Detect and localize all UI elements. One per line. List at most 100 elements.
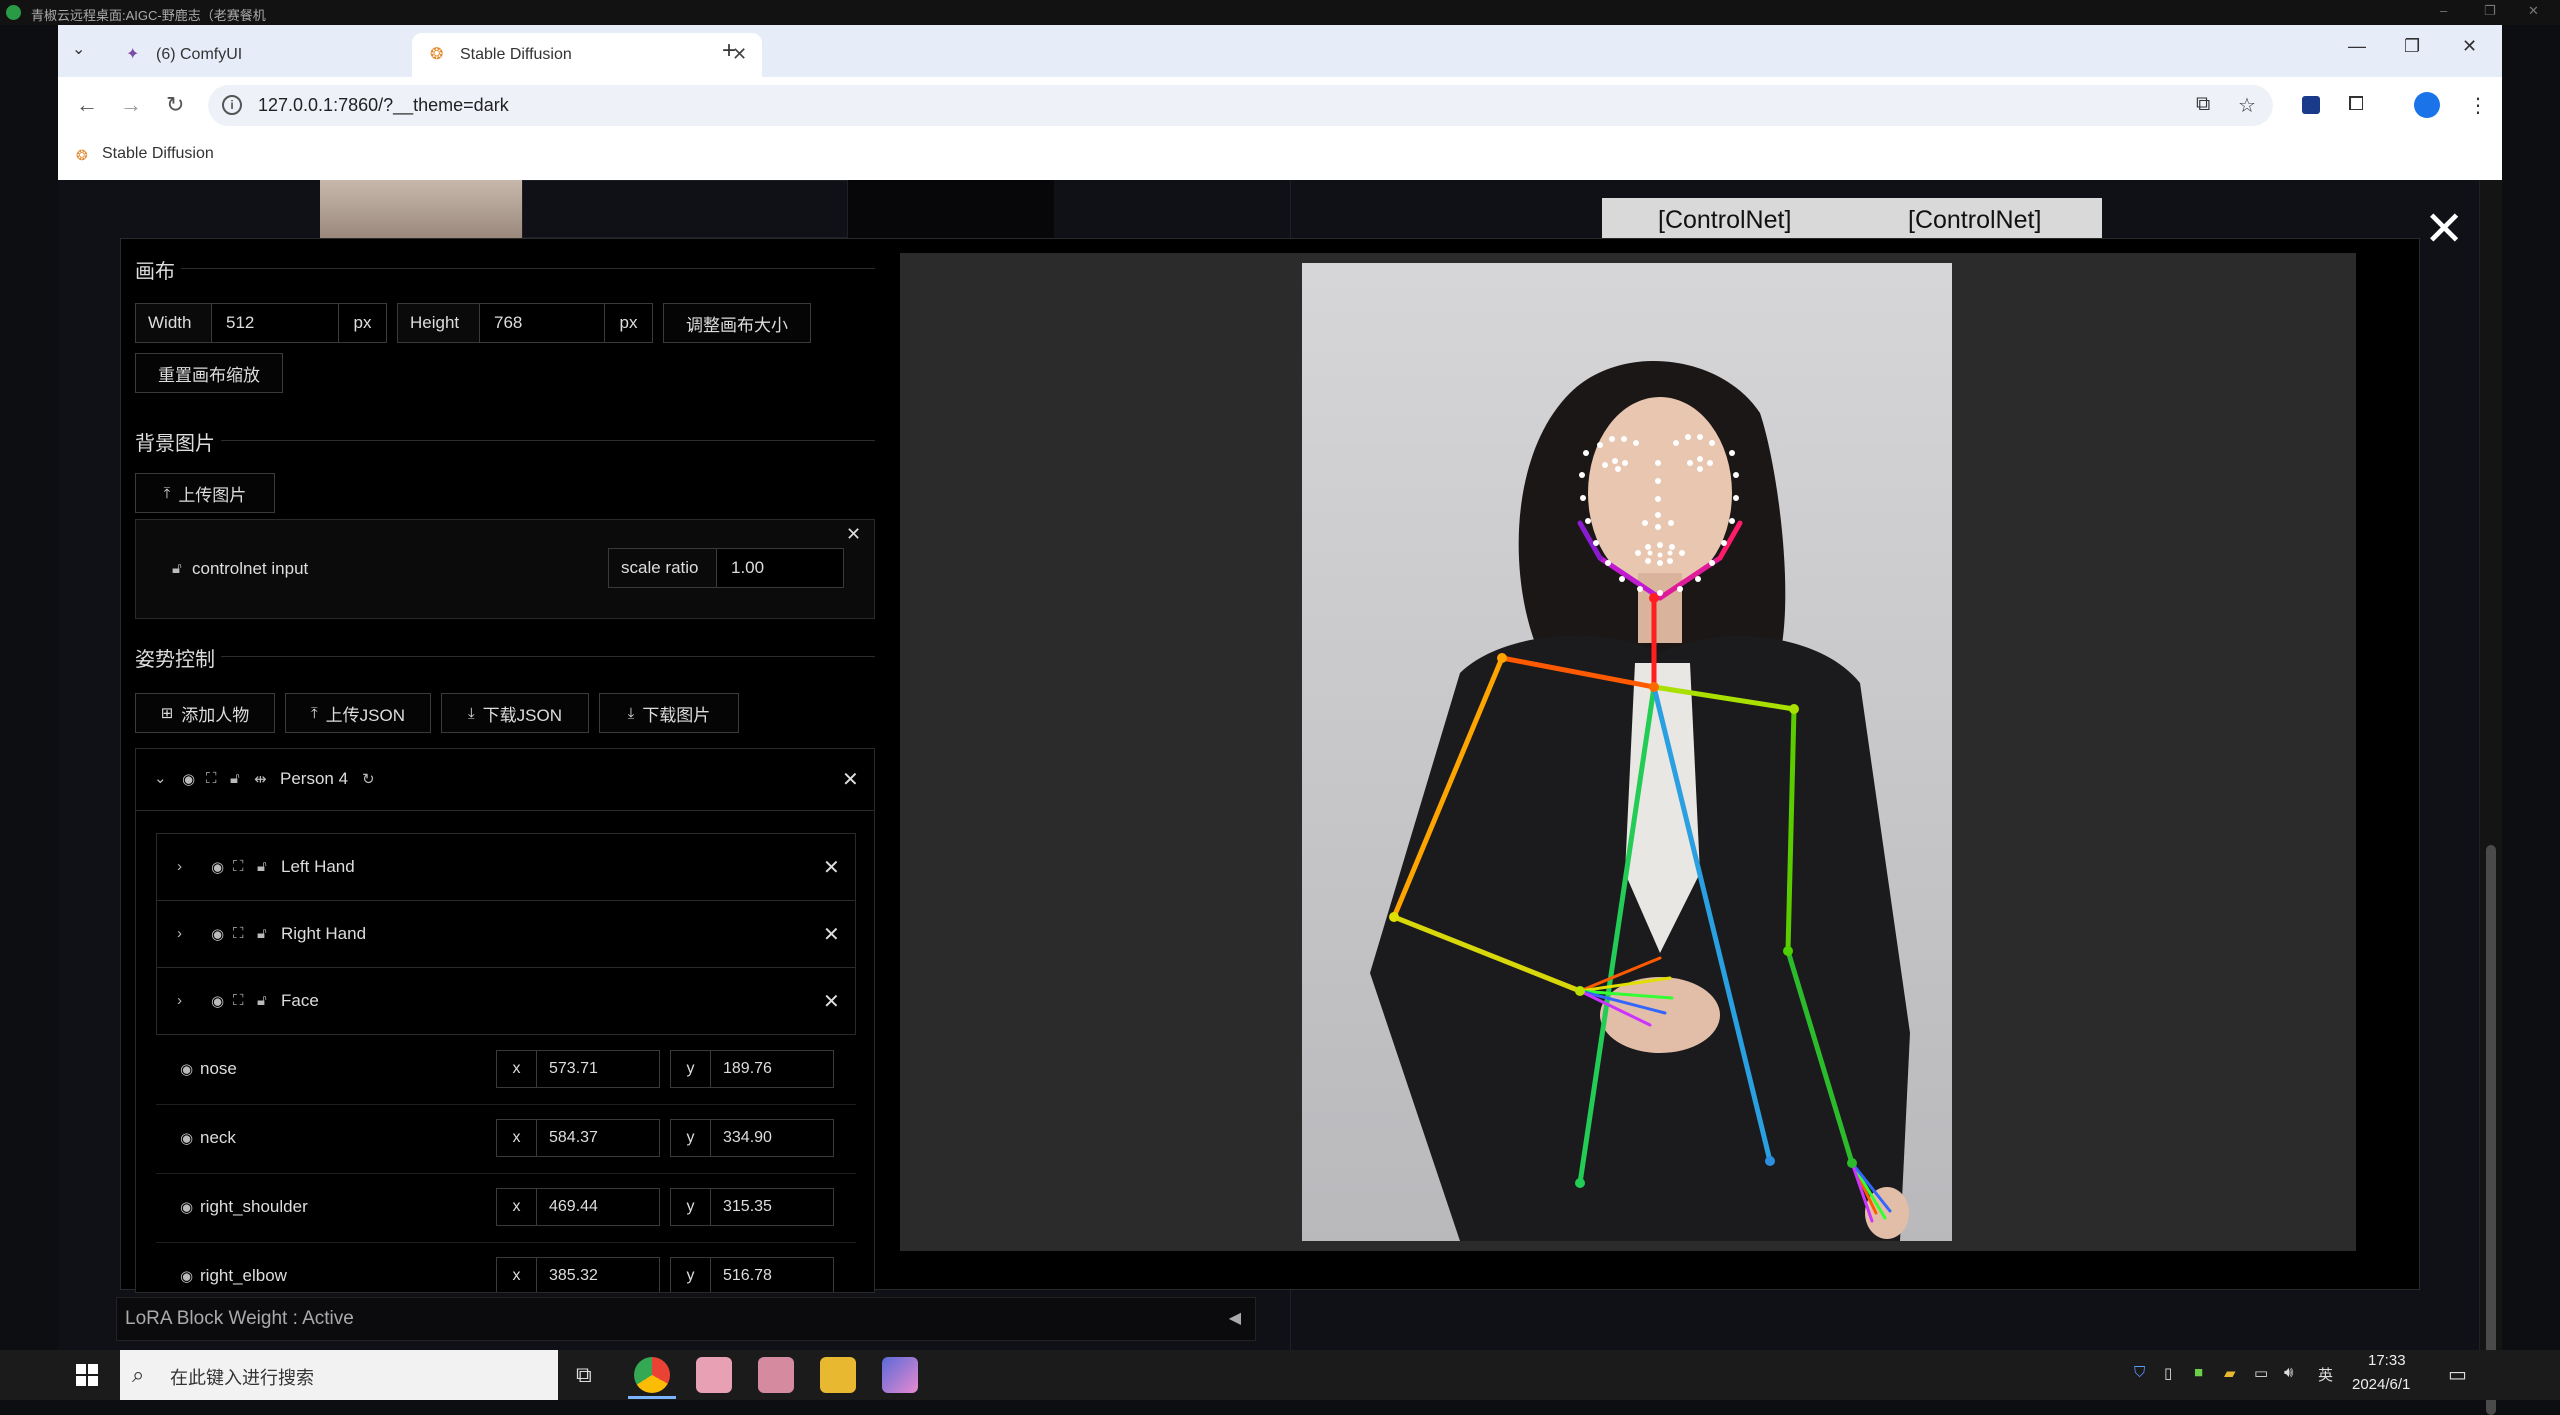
keypoint-y-input[interactable]: 334.90 bbox=[723, 1129, 772, 1147]
reset-zoom-button[interactable]: 重置画布缩放 bbox=[135, 353, 283, 393]
close-icon[interactable]: ✕ bbox=[2528, 3, 2539, 19]
volume-icon[interactable]: 🔊︎ bbox=[2284, 1364, 2293, 1381]
clock-time[interactable]: 17:33 bbox=[2368, 1352, 2406, 1369]
group-right-hand[interactable]: › ◉ ⛶ 🔓︎ Right Hand ✕ bbox=[156, 900, 856, 968]
browser-menu-icon[interactable]: ⋮ bbox=[2468, 93, 2488, 118]
usb-icon[interactable]: ▯ bbox=[2164, 1364, 2172, 1382]
remove-person-icon[interactable]: ✕ bbox=[842, 767, 859, 792]
width-input[interactable]: 512 bbox=[212, 304, 338, 342]
gallery-thumbnail-empty[interactable] bbox=[522, 180, 848, 238]
lock-icon[interactable]: 🔓︎ bbox=[257, 992, 267, 1009]
taskbar-search-input[interactable]: ⌕ 在此键入进行搜索 bbox=[120, 1350, 558, 1400]
lock-icon[interactable]: 🔓︎ bbox=[172, 560, 182, 577]
keypoint-y-field[interactable]: y 334.90 bbox=[670, 1119, 834, 1157]
controlnet-button[interactable]: [ControlNet] bbox=[1908, 206, 2041, 235]
keypoint-x-field[interactable]: x 469.44 bbox=[496, 1188, 660, 1226]
keypoint-y-field[interactable]: y 189.76 bbox=[670, 1050, 834, 1088]
controlnet-button[interactable]: [ControlNet] bbox=[1658, 206, 1791, 235]
eye-icon[interactable]: ◉ bbox=[180, 1198, 193, 1216]
keypoint-x-field[interactable]: x 584.37 bbox=[496, 1119, 660, 1157]
file-explorer-icon[interactable] bbox=[820, 1357, 856, 1393]
person-header[interactable]: ⌄ ◉ ⛶ 🔓︎ ⇹ Person 4 ↻ ✕ bbox=[136, 749, 874, 811]
nvidia-icon[interactable]: ■ bbox=[2194, 1364, 2203, 1381]
keypoint-y-field[interactable]: y 315.35 bbox=[670, 1188, 834, 1226]
profile-avatar-icon[interactable] bbox=[2414, 92, 2440, 118]
add-person-button[interactable]: ⊞ 添加人物 bbox=[135, 693, 275, 733]
focus-icon[interactable]: ⛶ bbox=[206, 770, 217, 787]
keypoint-x-input[interactable]: 469.44 bbox=[549, 1198, 598, 1216]
eye-icon[interactable]: ◉ bbox=[180, 1129, 193, 1147]
height-input[interactable]: 768 bbox=[480, 304, 606, 342]
eye-icon[interactable]: ◉ bbox=[211, 992, 224, 1010]
keypoint-x-input[interactable]: 385.32 bbox=[549, 1267, 598, 1285]
tab-search-chevron-icon[interactable]: ⌄ bbox=[72, 39, 85, 59]
keypoint-x-input[interactable]: 573.71 bbox=[549, 1060, 598, 1078]
chevron-right-icon[interactable]: › bbox=[177, 925, 182, 942]
chevron-right-icon[interactable]: › bbox=[177, 992, 182, 1009]
network-icon[interactable]: ▭ bbox=[2254, 1364, 2268, 1382]
app-icon-anime-2[interactable] bbox=[758, 1357, 794, 1393]
site-info-icon[interactable]: i bbox=[222, 95, 242, 115]
app-icon-photos[interactable] bbox=[882, 1357, 918, 1393]
download-image-button[interactable]: ⤓ 下载图片 bbox=[599, 693, 739, 733]
remove-group-icon[interactable]: ✕ bbox=[823, 922, 840, 947]
folder-tray-icon[interactable]: ▰ bbox=[2224, 1364, 2236, 1382]
tab-stable-diffusion[interactable]: ❂ Stable Diffusion ✕ bbox=[412, 33, 762, 77]
extension-icon[interactable] bbox=[2302, 96, 2320, 114]
eye-icon[interactable]: ◉ bbox=[211, 858, 224, 876]
keypoint-x-field[interactable]: x 573.71 bbox=[496, 1050, 660, 1088]
pose-canvas[interactable] bbox=[900, 253, 2356, 1251]
focus-icon[interactable]: ⛶ bbox=[233, 858, 244, 875]
focus-icon[interactable]: ⛶ bbox=[233, 992, 244, 1009]
lock-icon[interactable]: 🔓︎ bbox=[230, 770, 240, 787]
notification-icon[interactable]: ▭ bbox=[2448, 1362, 2467, 1387]
eye-icon[interactable]: ◉ bbox=[180, 1060, 193, 1078]
app-icon-anime-1[interactable] bbox=[696, 1357, 732, 1393]
remove-group-icon[interactable]: ✕ bbox=[823, 989, 840, 1014]
translate-icon[interactable]: ⧉ bbox=[2196, 93, 2210, 116]
keypoint-y-field[interactable]: y 516.78 bbox=[670, 1257, 834, 1292]
scrollbar-thumb[interactable] bbox=[2486, 845, 2496, 1415]
eye-icon[interactable]: ◉ bbox=[211, 925, 224, 943]
browser-restore-icon[interactable]: ❐ bbox=[2404, 36, 2420, 57]
chevron-down-icon[interactable]: ⌄ bbox=[154, 769, 167, 787]
upload-image-button[interactable]: ⤒ 上传图片 bbox=[135, 473, 275, 513]
new-tab-icon[interactable]: + bbox=[722, 37, 736, 65]
reload-icon[interactable]: ↻ bbox=[166, 92, 184, 118]
lock-icon[interactable]: 🔓︎ bbox=[257, 925, 267, 942]
keypoint-x-field[interactable]: x 385.32 bbox=[496, 1257, 660, 1292]
browser-minimize-icon[interactable]: — bbox=[2348, 36, 2366, 57]
scale-ratio-input[interactable]: 1.00 bbox=[717, 549, 843, 587]
keypoint-x-input[interactable]: 584.37 bbox=[549, 1129, 598, 1147]
remove-background-icon[interactable]: ✕ bbox=[846, 524, 861, 545]
upload-json-button[interactable]: ⤒ 上传JSON bbox=[285, 693, 431, 733]
modal-close-icon[interactable]: ✕ bbox=[2424, 206, 2464, 254]
back-icon[interactable]: ← bbox=[76, 92, 98, 118]
extensions-puzzle-icon[interactable]: ⧠ bbox=[2348, 93, 2364, 116]
page-scrollbar[interactable] bbox=[2480, 180, 2502, 1415]
lock-icon[interactable]: 🔓︎ bbox=[257, 858, 267, 875]
collapse-triangle-icon[interactable]: ◀ bbox=[1229, 1308, 1241, 1328]
bookmark-star-icon[interactable]: ☆ bbox=[2238, 93, 2256, 118]
browser-close-icon[interactable]: ✕ bbox=[2462, 36, 2477, 57]
clock-date[interactable]: 2024/6/1 bbox=[2352, 1376, 2410, 1393]
keypoint-y-input[interactable]: 516.78 bbox=[723, 1267, 772, 1285]
url-input[interactable]: i 127.0.0.1:7860/?__theme=dark bbox=[208, 85, 2273, 126]
refresh-icon[interactable]: ↻ bbox=[362, 770, 375, 788]
remove-group-icon[interactable]: ✕ bbox=[823, 855, 840, 880]
chevron-right-icon[interactable]: › bbox=[177, 858, 182, 875]
windows-start-icon[interactable] bbox=[76, 1364, 98, 1386]
restore-icon[interactable]: ❐ bbox=[2484, 3, 2496, 19]
pose-canvas-svg[interactable] bbox=[900, 253, 2356, 1251]
face-pose-thumbnail[interactable] bbox=[848, 180, 1054, 238]
group-left-hand[interactable]: › ◉ ⛶ 🔓︎ Left Hand ✕ bbox=[156, 833, 856, 901]
ime-indicator[interactable]: 英 bbox=[2318, 1364, 2333, 1385]
download-json-button[interactable]: ⤓ 下载JSON bbox=[441, 693, 589, 733]
chrome-app-icon[interactable] bbox=[634, 1357, 670, 1393]
bookmark-stable-diffusion[interactable]: Stable Diffusion bbox=[102, 145, 214, 163]
eye-icon[interactable]: ◉ bbox=[182, 770, 195, 788]
keypoint-y-input[interactable]: 315.35 bbox=[723, 1198, 772, 1216]
task-view-icon[interactable]: ⧉ bbox=[576, 1362, 592, 1388]
group-face[interactable]: › ◉ ⛶ 🔓︎ Face ✕ bbox=[156, 967, 856, 1035]
focus-icon[interactable]: ⛶ bbox=[233, 925, 244, 942]
